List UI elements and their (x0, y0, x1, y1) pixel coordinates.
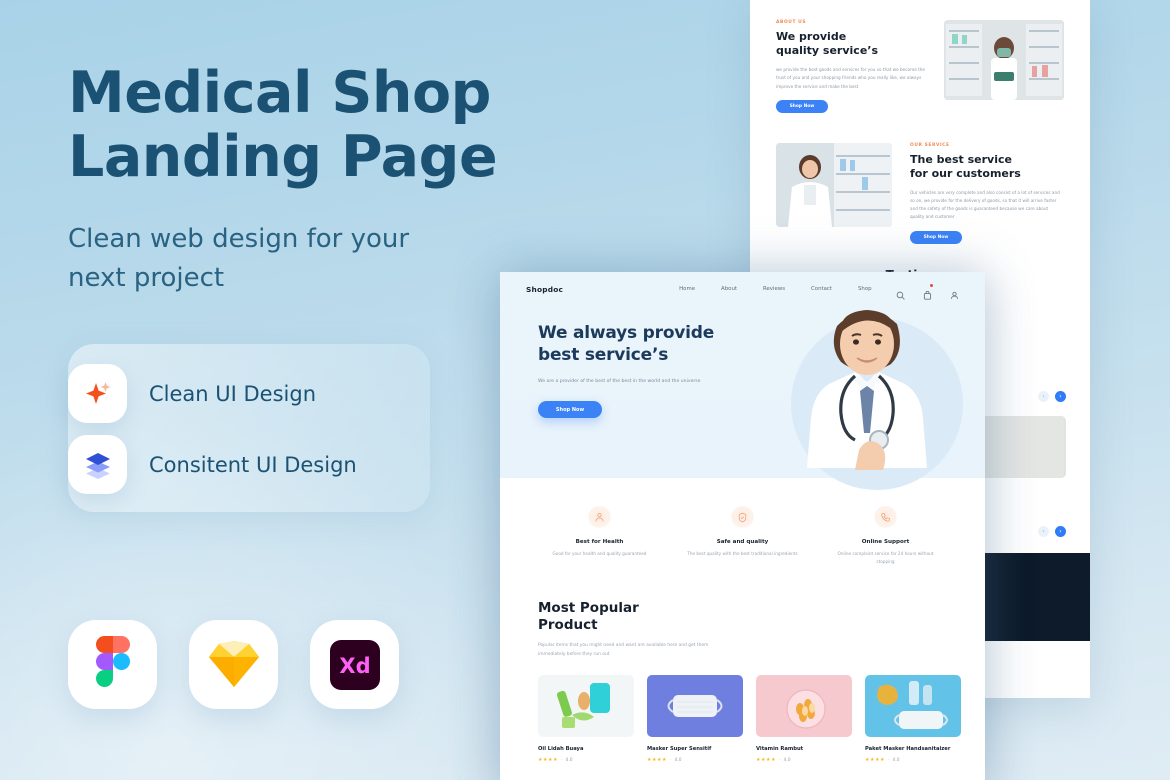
carousel-next-button[interactable]: › (1055, 390, 1066, 402)
product-name: Masker Super Sensitif (647, 746, 712, 753)
product-image (756, 675, 852, 738)
product-name: Paket Masker Handsanitaizer (865, 746, 951, 753)
hero-section: Shopdoc Home About Reviews Contact Shop (500, 272, 985, 490)
feature-text: Good for your health and quality guarant… (552, 551, 647, 556)
service-section: Our Service The best service for our cus… (750, 113, 1090, 244)
product-rating-value: 4.0 (565, 757, 573, 763)
layers-icon (68, 435, 127, 494)
service-heading: The best service for our customers (910, 153, 1060, 181)
product-stars: ★★★★ (865, 757, 885, 764)
feature-title: Best for Health (575, 539, 624, 545)
product-rating: ★★★★ - 4.0 (538, 757, 634, 763)
rating-separator: - (669, 757, 672, 763)
about-paragraph: we provide the best goods and services f… (776, 67, 925, 89)
popular-heading-line1: Most Popular (538, 600, 639, 617)
features-row: Best for Health Good for your health and… (500, 478, 985, 566)
product-rating-value: 4.0 (674, 757, 682, 763)
service-shop-now-button[interactable]: Shop Now (910, 230, 962, 244)
page-title: Medical Shop Landing Page (68, 60, 498, 190)
rating-separator: - (887, 757, 890, 763)
product-card[interactable]: Masker Super Sensitif ★★★★ - 4.0 (647, 675, 743, 763)
sketch-icon (189, 620, 278, 709)
feature-best-for-health: Best for Health Good for your health and… (528, 506, 671, 566)
nav-item-about[interactable]: About (721, 286, 737, 292)
about-heading: We provide quality service’s (776, 30, 926, 58)
feature-safe-and-quality: Safe and quality The best quality with t… (671, 506, 814, 566)
popular-paragraph: Popular items that you might need and wa… (538, 642, 709, 657)
product-name: Vitamin Rambut (756, 746, 804, 753)
page-subtitle: Clean web design for your next project (68, 223, 410, 293)
service-paragraph: Our vehicles are very complete and also … (910, 189, 1060, 220)
feature-text: Online complaint service for 24 hours wi… (837, 551, 934, 565)
site-logo[interactable]: Shopdoc (526, 285, 563, 294)
rating-separator: - (778, 757, 781, 763)
hero-shop-now-button[interactable]: Shop Now (538, 401, 602, 419)
rating-separator: - (560, 757, 563, 763)
product-card[interactable]: Vitamin Rambut ★★★★ - 4.0 (756, 675, 852, 763)
product-rating-value: 4.0 (892, 757, 900, 763)
product-stars: ★★★★ (756, 757, 776, 764)
product-card[interactable]: Oil Lidah Buaya ★★★★ - 4.0 (538, 675, 634, 763)
popular-heading: Most Popular Product (538, 600, 947, 632)
carousel-prev-button[interactable]: ‹ (1038, 390, 1049, 402)
hero-paragraph: We are a provider of the best of the bes… (538, 379, 701, 385)
about-heading-line2: quality service’s (776, 44, 879, 58)
service-heading-line1: The best service (910, 152, 1012, 166)
blog-carousel-next-button[interactable]: › (1055, 526, 1066, 538)
feature-title: Online Support (861, 539, 910, 545)
product-name: Oil Lidah Buaya (538, 746, 584, 753)
feature-label: Consitent UI Design (149, 452, 357, 477)
adobe-xd-icon: Xd (310, 620, 399, 709)
about-heading-line1: We provide (776, 30, 847, 43)
product-image (538, 675, 634, 738)
app-icons-row: Xd (68, 620, 399, 709)
feature-item-consistent-ui: Consitent UI Design (68, 435, 357, 494)
main-mockup-page: Shopdoc Home About Reviews Contact Shop (500, 272, 985, 780)
product-card[interactable]: Paket Masker Handsanitaizer ★★★★ - 4.0 (865, 675, 961, 763)
doctor-photo (767, 282, 967, 490)
feature-text: The best quality with the best tradition… (687, 551, 798, 556)
product-rating: ★★★★ - 4.0 (647, 757, 743, 763)
phone-support-icon (874, 506, 897, 529)
service-eyebrow: Our Service (910, 142, 950, 148)
about-section: About us We provide quality service’s we… (750, 0, 1090, 113)
pharmacy-photo (944, 20, 1064, 100)
about-shop-now-button[interactable]: Shop Now (776, 99, 828, 113)
about-eyebrow: About us (776, 20, 807, 25)
pharmacist-photo (776, 142, 892, 227)
product-grid: Oil Lidah Buaya ★★★★ - 4.0 Masker Super … (500, 659, 985, 763)
shield-check-icon (731, 506, 754, 529)
product-stars: ★★★★ (538, 757, 558, 764)
product-rating-value: 4.0 (783, 757, 791, 763)
nav-item-home[interactable]: Home (679, 286, 695, 292)
product-image (865, 675, 961, 738)
feature-title: Safe and quality (716, 539, 769, 545)
product-rating: ★★★★ - 4.0 (756, 757, 852, 763)
feature-online-support: Online Support Online complaint service … (814, 506, 957, 566)
promo-block: Medical Shop Landing Page Clean web desi… (68, 60, 688, 298)
popular-section: Most Popular Product Popular items that … (500, 566, 985, 659)
product-rating: ★★★★ - 4.0 (865, 757, 961, 763)
product-image (647, 675, 743, 738)
svg-text:Xd: Xd (339, 654, 370, 678)
sparkle-icon (68, 364, 127, 423)
feature-label: Clean UI Design (149, 381, 317, 406)
feature-item-clean-ui: Clean UI Design (68, 364, 316, 423)
health-icon (588, 506, 611, 529)
figma-icon (68, 620, 157, 709)
blog-carousel-prev-button[interactable]: ‹ (1038, 526, 1049, 538)
popular-heading-line2: Product (538, 616, 598, 633)
product-stars: ★★★★ (647, 757, 667, 764)
service-heading-line2: for our customers (910, 166, 1021, 180)
